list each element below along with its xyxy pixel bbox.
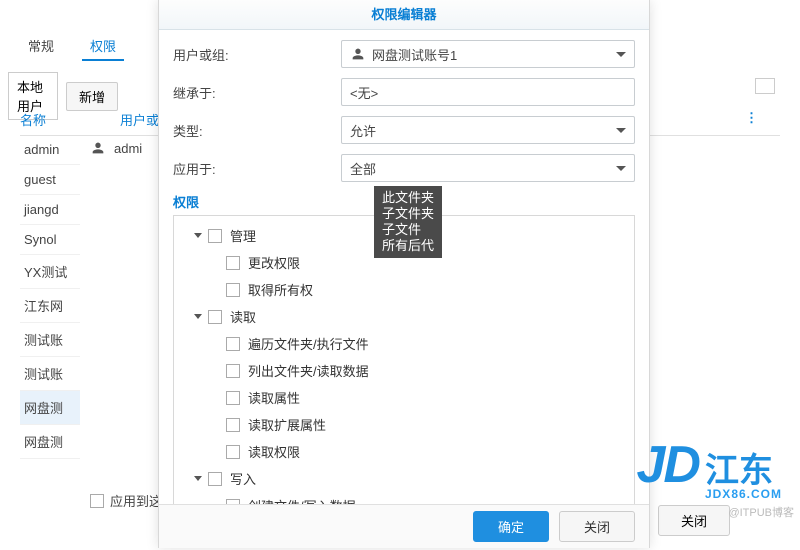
- col-header-name: 名称: [20, 110, 120, 129]
- perm-checkbox[interactable]: [226, 364, 240, 378]
- inherit-value: <无>: [350, 83, 378, 102]
- user-icon: [90, 140, 106, 156]
- bg-user-row: admi: [90, 140, 142, 156]
- apply-label: 应用到这: [110, 491, 162, 510]
- chevron-down-icon: [616, 52, 626, 57]
- list-item[interactable]: 测试账: [20, 323, 80, 357]
- perm-checkbox[interactable]: [226, 337, 240, 351]
- list-item[interactable]: jiangd: [20, 195, 80, 225]
- inherit-field[interactable]: <无>: [341, 78, 635, 106]
- perm-item[interactable]: 取得所有权: [224, 276, 630, 303]
- watermark-cn: 江东: [705, 454, 782, 488]
- perm-group-label: 写入: [230, 469, 256, 488]
- watermark-logo: JD 江东 JDX86.COM: [636, 435, 782, 500]
- chevron-down-icon: [194, 476, 202, 481]
- add-button[interactable]: 新增: [66, 82, 118, 111]
- perm-checkbox[interactable]: [226, 283, 240, 297]
- perm-group-write[interactable]: 写入: [188, 465, 630, 492]
- type-label: 类型:: [173, 121, 341, 140]
- list-item[interactable]: admin: [20, 135, 80, 165]
- user-icon: [350, 46, 366, 62]
- perm-checkbox[interactable]: [208, 229, 222, 243]
- type-value: 允许: [350, 121, 376, 140]
- watermark-en: JDX86.COM: [705, 488, 782, 500]
- bg-dropdown-edge: [755, 78, 775, 94]
- chevron-down-icon: [616, 128, 626, 133]
- user-select[interactable]: 网盘测试账号1: [341, 40, 635, 68]
- perm-item[interactable]: 创建文件/写入数据: [224, 492, 630, 504]
- type-select[interactable]: 允许: [341, 116, 635, 144]
- apply-to-select[interactable]: 全部: [341, 154, 635, 182]
- list-item[interactable]: 网盘测: [20, 391, 80, 425]
- apply-to-label: 应用于:: [173, 159, 341, 178]
- tab-general[interactable]: 常规: [20, 32, 62, 61]
- perm-checkbox[interactable]: [226, 418, 240, 432]
- list-item[interactable]: 测试账: [20, 357, 80, 391]
- perm-item[interactable]: 列出文件夹/读取数据: [224, 357, 630, 384]
- chevron-down-icon: [194, 314, 202, 319]
- apply-checkbox[interactable]: [90, 494, 104, 508]
- list-item[interactable]: Synol: [20, 225, 80, 255]
- tab-permissions[interactable]: 权限: [82, 32, 124, 61]
- apply-to-value: 全部: [350, 159, 376, 178]
- perm-checkbox[interactable]: [226, 445, 240, 459]
- inherit-label: 继承于:: [173, 83, 341, 102]
- user-label: 用户或组:: [173, 45, 341, 64]
- user-list: admin guest jiangd Synol YX测试 江东网 测试账 测试…: [20, 135, 80, 459]
- watermark-credit: @ITPUB博客: [728, 504, 794, 520]
- perm-group-label: 管理: [230, 226, 256, 245]
- ok-button[interactable]: 确定: [473, 511, 549, 542]
- perm-checkbox[interactable]: [208, 472, 222, 486]
- permission-editor-dialog: 权限编辑器 用户或组: 网盘测试账号1 继承于: <无> 类型: 允许: [158, 0, 650, 548]
- close-button[interactable]: 关闭: [559, 511, 635, 542]
- dialog-title: 权限编辑器: [159, 0, 649, 30]
- perm-item[interactable]: 读取扩展属性: [224, 411, 630, 438]
- apply-to-tooltip: 此文件夹 子文件夹 子文件 所有后代: [374, 186, 442, 258]
- list-item[interactable]: YX测试: [20, 255, 80, 289]
- more-icon[interactable]: ⋮: [745, 110, 760, 126]
- chevron-down-icon: [194, 233, 202, 238]
- perm-group-read[interactable]: 读取: [188, 303, 630, 330]
- perm-item[interactable]: 读取属性: [224, 384, 630, 411]
- permissions-tree: 管理 更改权限 取得所有权 读取 遍历文件夹/执行文件 列出文件夹/读取数据 读…: [173, 215, 635, 504]
- perm-item[interactable]: 读取权限: [224, 438, 630, 465]
- perm-group-label: 读取: [230, 307, 256, 326]
- list-item[interactable]: 江东网: [20, 289, 80, 323]
- perm-checkbox[interactable]: [226, 256, 240, 270]
- perm-item[interactable]: 遍历文件夹/执行文件: [224, 330, 630, 357]
- list-item[interactable]: guest: [20, 165, 80, 195]
- chevron-down-icon: [616, 166, 626, 171]
- list-item[interactable]: 网盘测: [20, 425, 80, 459]
- bg-close-button[interactable]: 关闭: [658, 505, 730, 536]
- perm-checkbox[interactable]: [226, 391, 240, 405]
- user-value: 网盘测试账号1: [372, 45, 457, 64]
- perm-checkbox[interactable]: [226, 499, 240, 505]
- bg-user-name: admi: [114, 141, 142, 156]
- perm-checkbox[interactable]: [208, 310, 222, 324]
